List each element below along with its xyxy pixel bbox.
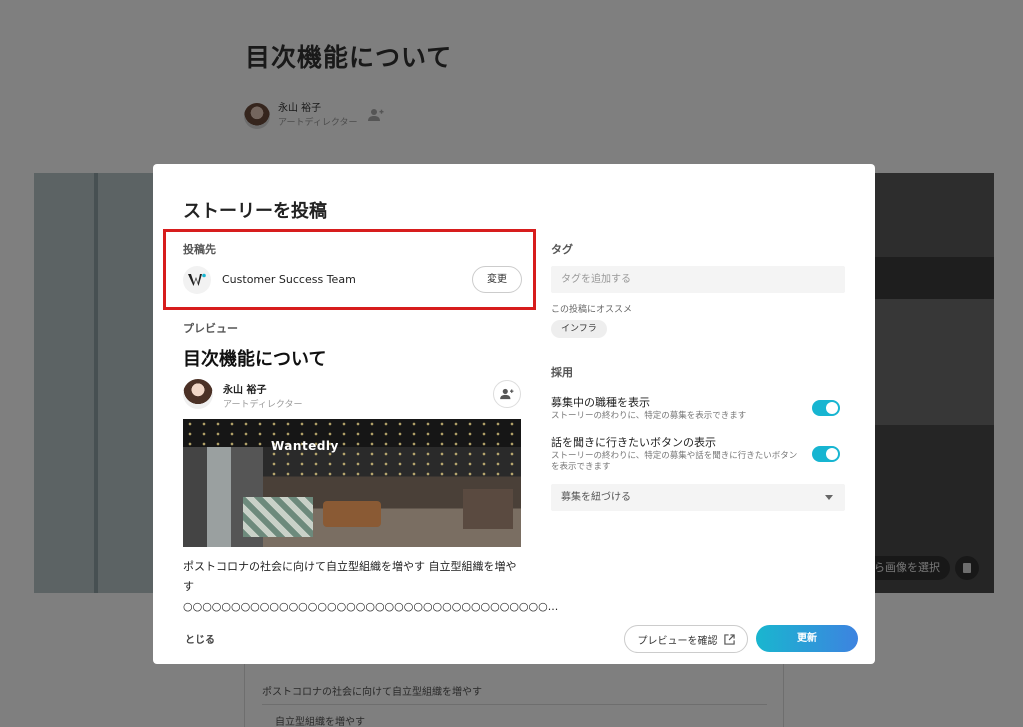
toggle-title: 話を聞きに行きたいボタンの表示 — [551, 436, 716, 449]
company-logo — [183, 266, 211, 294]
close-button[interactable]: とじる — [185, 631, 215, 646]
destination-name: Customer Success Team — [222, 273, 356, 286]
toggle-title: 募集中の職種を表示 — [551, 396, 650, 409]
show-jobs-toggle[interactable] — [812, 400, 840, 416]
preview-author-name: 永山 裕子 — [223, 385, 267, 396]
external-link-icon — [723, 633, 735, 645]
modal-title: ストーリーを投稿 — [183, 201, 327, 222]
toggle-description: ストーリーの終わりに、特定の募集を表示できます — [551, 411, 747, 421]
tags-label: タグ — [551, 243, 573, 256]
change-destination-button[interactable]: 変更 — [472, 266, 522, 293]
toggle-description: ストーリーの終わりに、特定の募集や話を聞きに行きたいボタンを表示できます — [551, 451, 798, 472]
preview-cover-image: Wantedly — [183, 419, 521, 547]
link-job-select[interactable]: 募集を紐づける — [551, 484, 845, 511]
preview-author-role: アートディレクター — [223, 400, 303, 410]
tag-input[interactable] — [551, 266, 845, 293]
caret-down-icon — [825, 495, 833, 500]
preview-check-label: プレビューを確認 — [637, 635, 718, 647]
cover-brand-text: Wantedly — [271, 439, 339, 453]
add-member-icon — [500, 388, 514, 400]
preview-label: プレビュー — [183, 322, 238, 335]
avatar — [183, 379, 213, 409]
preview-title: 目次機能について — [183, 349, 327, 370]
preview-check-button[interactable]: プレビューを確認 — [624, 625, 748, 653]
post-story-modal: ストーリーを投稿 投稿先 Customer Success Team 変更 プレ… — [153, 164, 875, 664]
update-button[interactable]: 更新 — [756, 625, 858, 652]
show-visit-button-toggle[interactable] — [812, 446, 840, 462]
wantedly-logo-icon — [188, 273, 206, 286]
recruiting-label: 採用 — [551, 366, 573, 379]
destination-label: 投稿先 — [183, 243, 216, 256]
recommended-tag[interactable]: インフラ — [551, 320, 607, 338]
link-job-select-label: 募集を紐づける — [561, 492, 631, 503]
recommended-tags-label: この投稿にオススメ — [551, 305, 633, 315]
add-member-button[interactable] — [493, 380, 521, 408]
preview-body-text: ポストコロナの社会に向けて自立型組織を増やす 自立型組織を増やす ○○○○○○○… — [183, 560, 559, 613]
